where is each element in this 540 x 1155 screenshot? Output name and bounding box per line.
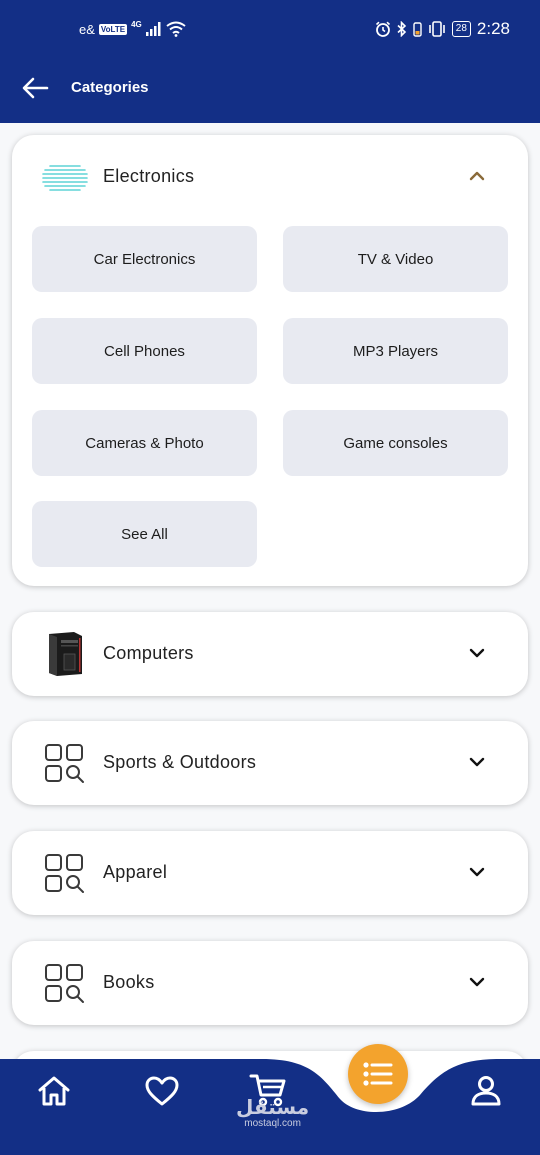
home-icon[interactable] xyxy=(37,1075,71,1107)
heart-icon[interactable] xyxy=(144,1075,180,1107)
categories-list[interactable]: Electronics Car Electronics TV & Video C… xyxy=(0,123,540,1060)
clock: 2:28 xyxy=(476,19,510,38)
category-title: Sports & Outdoors xyxy=(103,752,257,772)
chevron-down-icon xyxy=(469,648,485,658)
category-card-electronics: Electronics Car Electronics TV & Video C… xyxy=(12,135,528,586)
chevron-down-icon xyxy=(469,977,485,987)
app-bar: Categories xyxy=(0,62,540,123)
profile-icon[interactable] xyxy=(469,1074,503,1108)
page-title: Categories xyxy=(71,79,149,96)
category-search-icon xyxy=(45,744,84,783)
status-bar: e& VoLTE 4G 28 2:28 xyxy=(0,0,540,62)
electronics-icon xyxy=(42,165,88,191)
alarm-icon xyxy=(375,21,390,37)
bluetooth-icon xyxy=(397,21,406,37)
computer-tower-icon xyxy=(49,632,82,676)
category-card-sports-outdoors: Sports & Outdoors xyxy=(12,721,528,805)
back-button[interactable] xyxy=(20,74,52,102)
arrow-left-icon xyxy=(22,77,49,99)
categories-tab-button[interactable] xyxy=(348,1044,408,1104)
signal-icon xyxy=(145,22,161,36)
category-card-apparel: Apparel xyxy=(12,831,528,915)
chevron-down-icon xyxy=(469,867,485,877)
subcategory-game-consoles[interactable]: Game consoles xyxy=(283,410,508,476)
status-bar-left: e& VoLTE 4G xyxy=(79,19,186,37)
carrier-label: e& xyxy=(79,21,95,37)
subcategory-tv-video[interactable]: TV & Video xyxy=(283,226,508,292)
category-header-apparel[interactable]: Apparel xyxy=(12,831,528,915)
category-search-icon xyxy=(45,854,84,893)
battery-level: 28 xyxy=(451,21,471,37)
watermark-arabic: مستقل xyxy=(236,1097,310,1119)
phone-battery-icon xyxy=(413,22,422,37)
category-header-books[interactable]: Books xyxy=(12,941,528,1025)
category-title: Apparel xyxy=(103,862,168,882)
category-header-sports-outdoors[interactable]: Sports & Outdoors xyxy=(12,721,528,805)
wifi-icon xyxy=(166,21,186,37)
chevron-up-icon xyxy=(469,171,485,181)
watermark: مستقل mostaql.com xyxy=(236,1098,309,1130)
subcategory-cameras-photo[interactable]: Cameras & Photo xyxy=(32,410,257,476)
category-card-books: Books xyxy=(12,941,528,1025)
category-card-computers: Computers xyxy=(12,612,528,696)
category-search-icon xyxy=(45,964,84,1003)
vibrate-icon xyxy=(428,21,445,37)
category-header-electronics[interactable]: Electronics xyxy=(12,135,528,219)
subcategory-car-electronics[interactable]: Car Electronics xyxy=(32,226,257,292)
category-title: Computers xyxy=(103,643,194,663)
menu-list-icon xyxy=(363,1062,393,1086)
network-type: 4G xyxy=(131,19,142,29)
subcategory-cell-phones[interactable]: Cell Phones xyxy=(32,318,257,384)
subcategory-mp3-players[interactable]: MP3 Players xyxy=(283,318,508,384)
category-title: Electronics xyxy=(103,166,195,186)
category-title: Books xyxy=(103,972,155,992)
volte-badge: VoLTE xyxy=(98,23,128,35)
see-all-button[interactable]: See All xyxy=(32,501,257,567)
status-bar-right: 28 2:28 xyxy=(375,19,510,39)
chevron-down-icon xyxy=(469,757,485,767)
watermark-latin: mostaql.com xyxy=(244,1118,301,1129)
category-header-computers[interactable]: Computers xyxy=(12,612,528,696)
